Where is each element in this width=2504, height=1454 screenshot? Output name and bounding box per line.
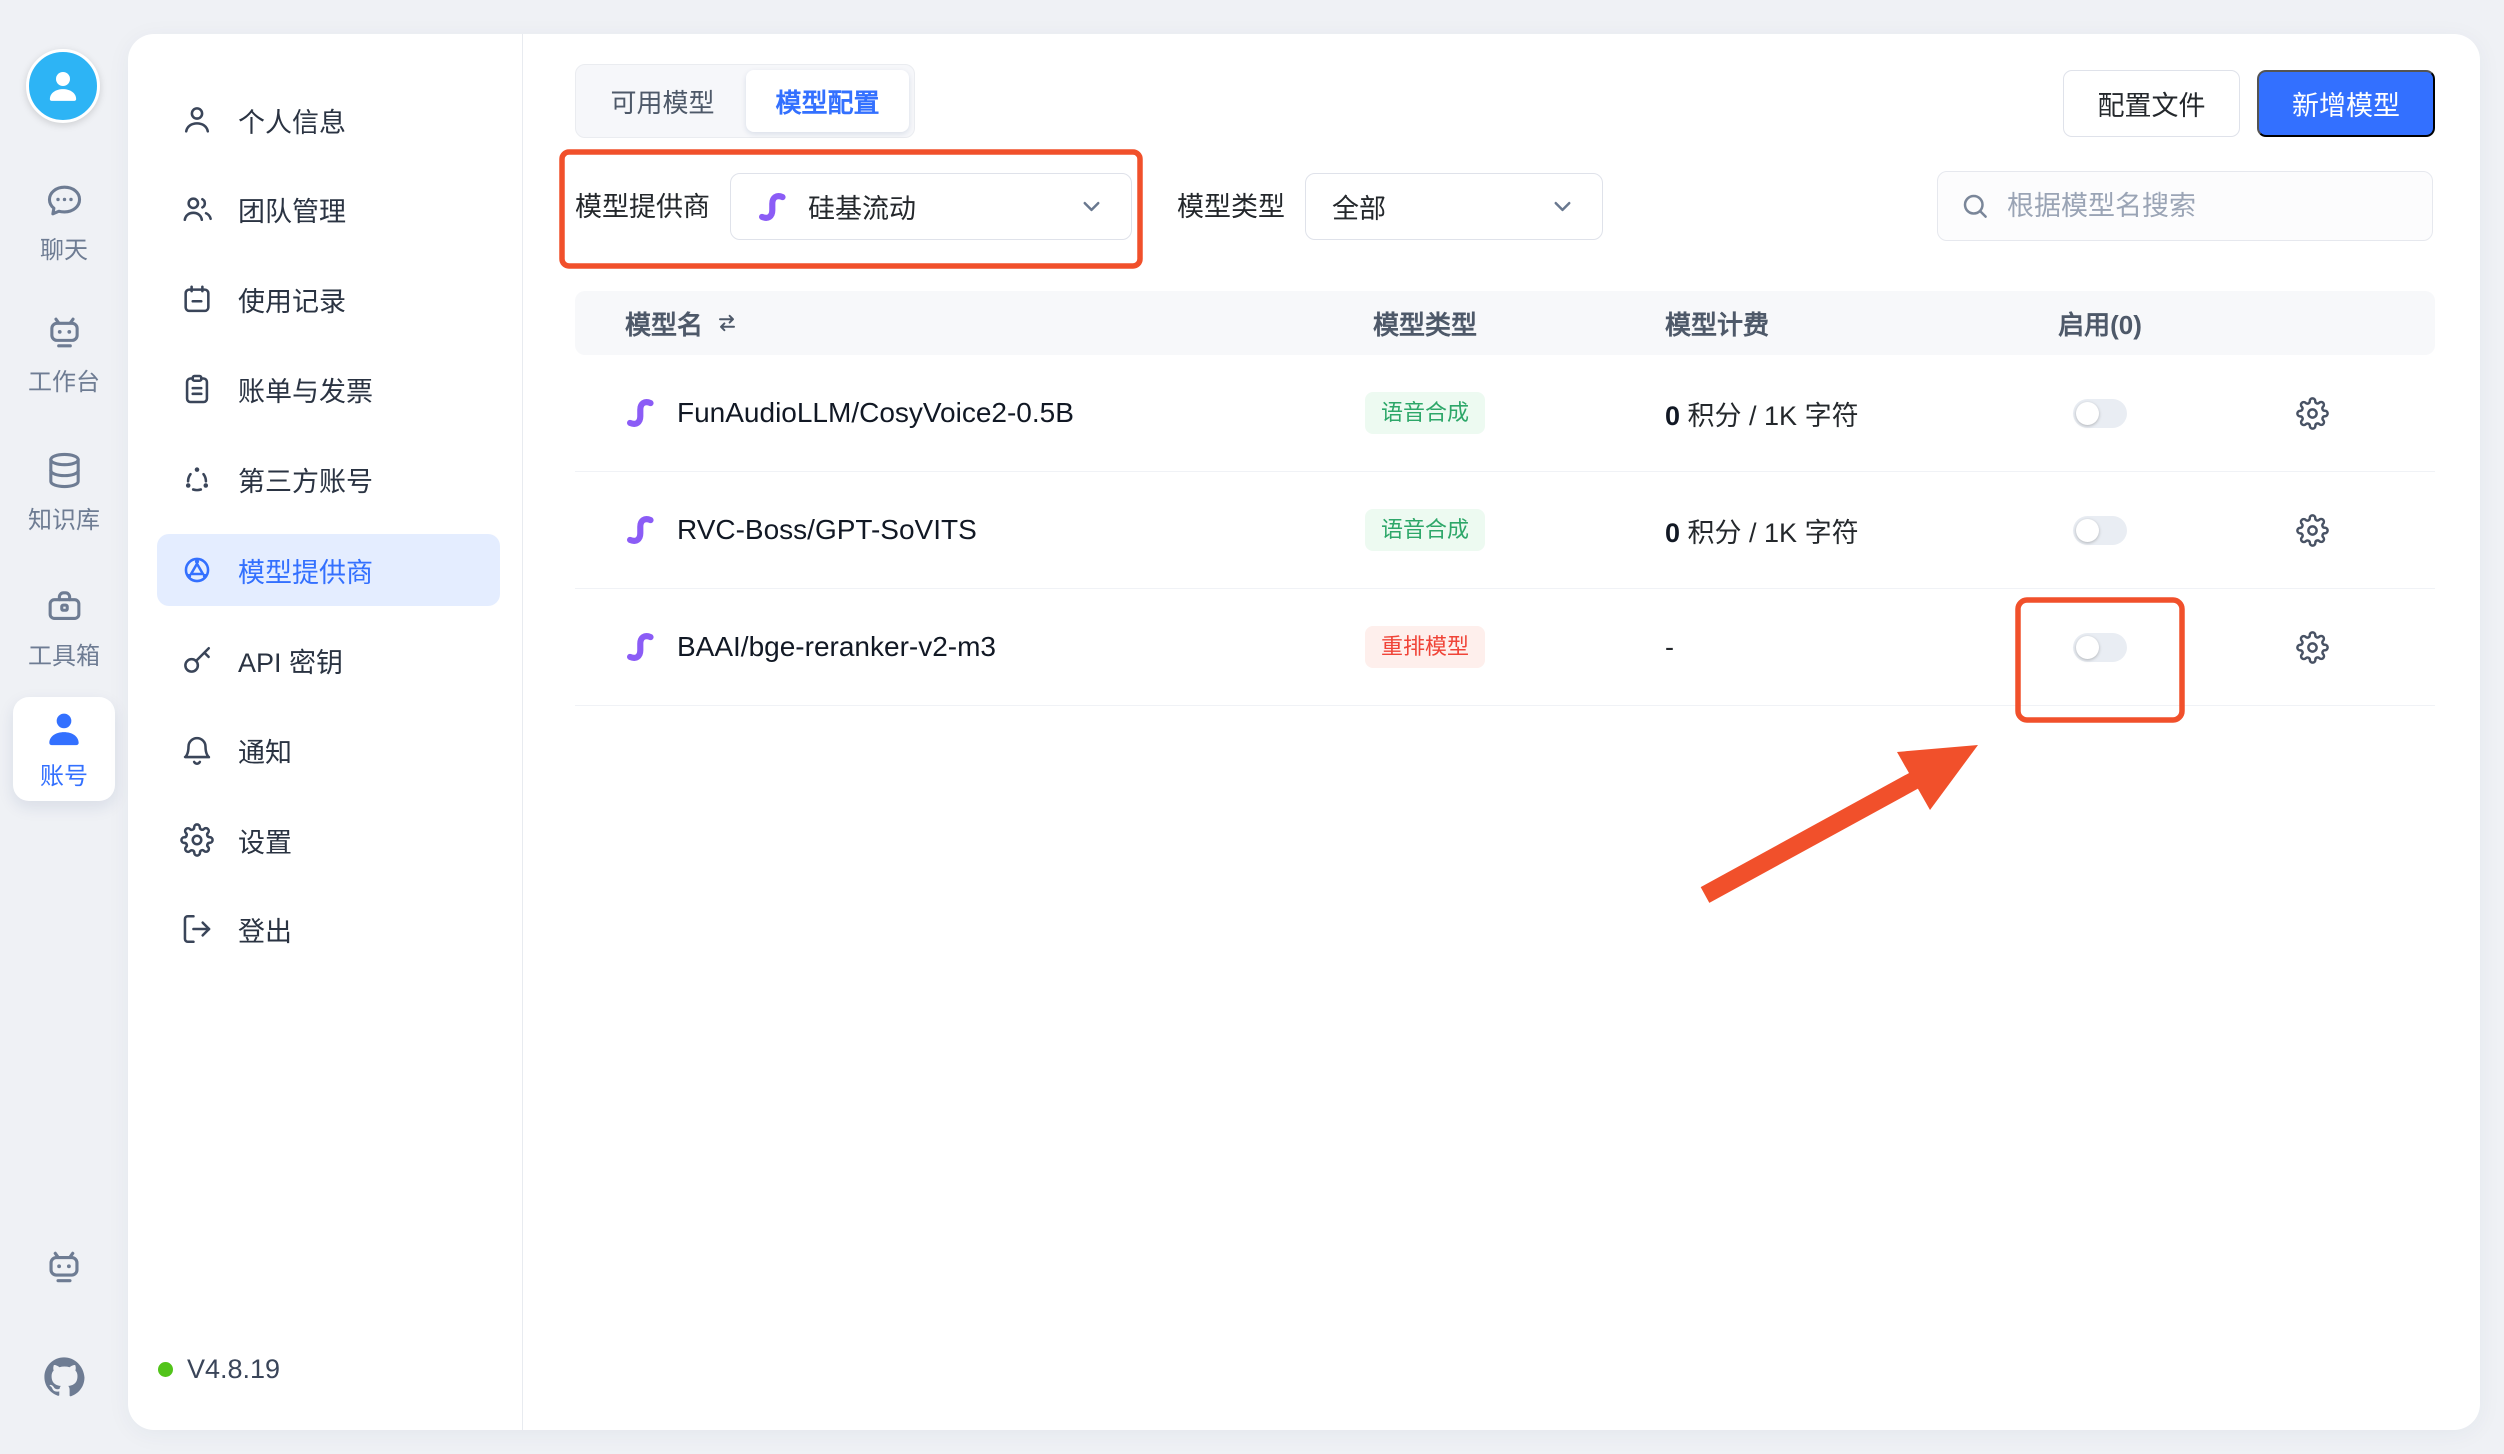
user-icon [42, 65, 84, 107]
model-name: BAAI/bge-reranker-v2-m3 [677, 631, 996, 663]
main-panel: 个人信息 团队管理 使用记录 账单与发票 第三方账号 模型提供商 API 密钥 [128, 34, 2480, 1430]
model-search-box [1937, 171, 2433, 241]
sidebar-item-label: 团队管理 [238, 190, 346, 229]
sidebar-item-label: 登出 [238, 910, 292, 949]
enable-toggle[interactable] [2073, 516, 2127, 545]
sidebar-item-third-party[interactable]: 第三方账号 [157, 443, 500, 515]
tab-available-models[interactable]: 可用模型 [581, 70, 744, 132]
enable-toggle[interactable] [2073, 399, 2127, 428]
sort-icon[interactable] [715, 311, 739, 335]
rail-item-label: 账号 [40, 756, 88, 791]
col-model-type: 模型类型 [1290, 305, 1560, 342]
rail-item-label: 工作台 [28, 362, 100, 397]
rail-item-knowledge[interactable]: 知识库 [0, 450, 128, 535]
chat-icon [44, 180, 85, 221]
provider-filter-label: 模型提供商 [575, 194, 710, 221]
sidebar-item-label: API 密钥 [238, 641, 343, 680]
sidebar-item-personal-info[interactable]: 个人信息 [157, 84, 500, 156]
sidebar-item-label: 模型提供商 [238, 551, 373, 590]
rail-item-label: 聊天 [40, 230, 88, 265]
col-model-name: 模型名 [625, 305, 703, 342]
model-type-badge: 语音合成 [1365, 392, 1485, 434]
rail-item-chat[interactable]: 聊天 [0, 180, 128, 265]
gear-icon [180, 823, 214, 857]
rail-item-label: 工具箱 [28, 636, 100, 671]
tab-model-config[interactable]: 模型配置 [746, 70, 909, 132]
sidebar-item-usage[interactable]: 使用记录 [157, 263, 500, 335]
bell-icon [180, 733, 214, 767]
sidebar-item-label: 账单与发票 [238, 370, 373, 409]
chevron-down-icon [1549, 193, 1576, 220]
sidebar-item-billing[interactable]: 账单与发票 [157, 353, 500, 425]
sidebar-item-label: 个人信息 [238, 101, 346, 140]
sidebar-item-label: 通知 [238, 731, 292, 770]
left-rail: 聊天 工作台 知识库 工具箱 账号 [0, 0, 128, 1454]
model-settings-gear-icon[interactable] [2296, 514, 2329, 547]
siliconflow-logo-icon [625, 512, 661, 548]
table-header: 模型名 模型类型 模型计费 启用(0) [575, 291, 2435, 355]
type-select[interactable]: 全部 [1305, 173, 1603, 240]
calendar-icon [180, 282, 214, 316]
siliconflow-logo-icon [625, 629, 661, 665]
invoice-icon [180, 372, 214, 406]
robot-icon [44, 312, 85, 353]
rail-item-workbench[interactable]: 工作台 [0, 312, 128, 397]
sidebar-item-api-key[interactable]: API 密钥 [157, 624, 500, 696]
database-icon [44, 450, 85, 491]
toolbox-icon [44, 586, 85, 627]
model-provider-icon [180, 553, 214, 587]
provider-select[interactable]: 硅基流动 [730, 173, 1132, 240]
table-row: RVC-Boss/GPT-SoVITS 语音合成 0 积分 / 1K 字符 [575, 472, 2435, 589]
status-dot [158, 1362, 173, 1377]
version-label: V4.8.19 [187, 1354, 280, 1385]
sidebar-item-notifications[interactable]: 通知 [157, 714, 500, 786]
user-avatar[interactable] [26, 49, 100, 123]
chevron-down-icon [1078, 193, 1105, 220]
siliconflow-logo-icon [625, 395, 661, 431]
add-model-button[interactable]: 新增模型 [2257, 70, 2435, 137]
col-model-billing: 模型计费 [1560, 305, 2010, 342]
enable-toggle[interactable] [2073, 633, 2127, 662]
config-file-button[interactable]: 配置文件 [2063, 70, 2240, 137]
model-name: FunAudioLLM/CosyVoice2-0.5B [677, 397, 1074, 429]
model-tabs: 可用模型 模型配置 [575, 64, 915, 138]
model-name: RVC-Boss/GPT-SoVITS [677, 514, 977, 546]
sidebar-item-settings[interactable]: 设置 [157, 804, 500, 876]
account-sidebar: 个人信息 团队管理 使用记录 账单与发票 第三方账号 模型提供商 API 密钥 [128, 34, 523, 1430]
model-settings-gear-icon[interactable] [2296, 397, 2329, 430]
rail-item-label: 知识库 [28, 500, 100, 535]
users-icon [180, 192, 214, 226]
col-enabled: 启用(0) [2010, 305, 2190, 342]
user-outline-icon [180, 103, 214, 137]
sidebar-item-label: 设置 [238, 821, 292, 860]
github-icon[interactable] [43, 1356, 85, 1398]
model-settings-gear-icon[interactable] [2296, 631, 2329, 664]
sidebar-item-label: 使用记录 [238, 280, 346, 319]
key-icon [180, 643, 214, 677]
robot-shortcut-icon[interactable] [43, 1246, 85, 1288]
share-nodes-icon [180, 462, 214, 496]
search-icon [1960, 191, 1990, 221]
table-row: BAAI/bge-reranker-v2-m3 重排模型 - [575, 589, 2435, 706]
model-type-badge: 语音合成 [1365, 509, 1485, 551]
rail-item-account[interactable]: 账号 [13, 697, 115, 801]
siliconflow-logo-icon [757, 189, 793, 225]
model-type-badge: 重排模型 [1365, 626, 1485, 668]
rail-item-toolbox[interactable]: 工具箱 [0, 586, 128, 671]
table-row: FunAudioLLM/CosyVoice2-0.5B 语音合成 0 积分 / … [575, 355, 2435, 472]
account-user-icon [42, 707, 86, 751]
type-select-value: 全部 [1332, 187, 1386, 226]
logout-icon [180, 912, 214, 946]
sidebar-item-logout[interactable]: 登出 [157, 893, 500, 965]
type-filter-label: 模型类型 [1177, 194, 1285, 221]
provider-select-value: 硅基流动 [808, 187, 916, 226]
app-version: V4.8.19 [158, 1354, 280, 1385]
search-input[interactable] [2005, 190, 2410, 223]
sidebar-item-model-provider[interactable]: 模型提供商 [157, 534, 500, 606]
sidebar-item-label: 第三方账号 [238, 460, 373, 499]
sidebar-item-team[interactable]: 团队管理 [157, 173, 500, 245]
